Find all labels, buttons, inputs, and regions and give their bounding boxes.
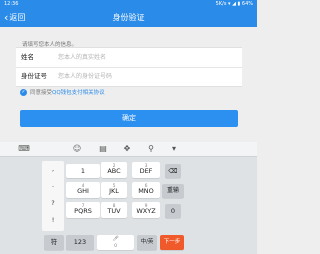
status-indicators: 5K/s ▾ ◢ ▮ 64% — [215, 1, 253, 7]
title-bar: ‹ 返回 身份验证 — [0, 8, 257, 27]
backspace-icon: ⌫ — [168, 167, 178, 175]
status-bar: 12:36 5K/s ▾ ◢ ▮ 64% — [0, 0, 257, 8]
key-4-ghi[interactable]: 4 GHI — [66, 182, 100, 198]
next-step-label: 下一步 — [163, 239, 181, 245]
key-4-letters: GHI — [77, 187, 89, 195]
key-8-tuv[interactable]: 8 TUV — [101, 202, 127, 218]
key-7-pqrs[interactable]: 7 PQRS — [66, 202, 100, 218]
clipboard-icon[interactable]: ▤ — [95, 142, 111, 156]
key-7-letters: PQRS — [74, 207, 92, 215]
agreement-prefix: 同意接受 — [30, 90, 53, 96]
cursor-move-icon[interactable]: ✥ — [119, 142, 135, 156]
symbol-exclaim[interactable]: ! — [42, 216, 64, 224]
numbers-key-label: 123 — [73, 238, 87, 246]
key-9-letters: WXYZ — [136, 207, 156, 215]
name-row: 姓名 — [16, 48, 242, 68]
id-number-input[interactable] — [58, 70, 228, 82]
name-label: 姓名 — [21, 53, 34, 61]
key-5-letters: JKL — [109, 187, 119, 195]
page-title: 身份验证 — [112, 13, 145, 22]
agreement-checkbox[interactable]: ✓ — [20, 88, 27, 96]
language-switch-label: 中/英 — [140, 239, 154, 245]
symbol-question[interactable]: ? — [42, 199, 64, 207]
status-time: 12:36 — [4, 1, 19, 7]
symbols-key[interactable]: 符 — [44, 235, 64, 250]
symbol-column: , . ? ! — [42, 161, 64, 231]
key-3-def[interactable]: 3 DEF — [132, 162, 160, 178]
space-digit: 0 — [114, 244, 117, 249]
id-label: 身份证号 — [21, 72, 47, 80]
symbols-key-label: 符 — [50, 238, 58, 246]
collapse-keyboard-icon[interactable]: ▾ — [166, 142, 182, 156]
name-input[interactable] — [58, 51, 228, 63]
keyboard: ⌨ ☺ ▤ ✥ ⚲ ▾ , . ? ! 1 2 ABC 3 DEF ⌫ 4 GH… — [0, 142, 257, 254]
keyboard-icon[interactable]: ⌨ — [16, 142, 32, 156]
key-2-abc[interactable]: 2 ABC — [101, 162, 127, 178]
numbers-key[interactable]: 123 — [66, 235, 94, 250]
key-2-letters: ABC — [107, 167, 121, 175]
next-step-key[interactable]: 下一步 — [160, 235, 184, 250]
agreement-row: ✓ 同意接受 QQ钱包支付相关协议 — [20, 87, 105, 97]
key-8-letters: TUV — [107, 207, 121, 215]
confirm-button[interactable]: 确定 — [20, 110, 238, 127]
agreement-link[interactable]: QQ钱包支付相关协议 — [52, 88, 105, 96]
space-key[interactable]: 🎤︎ 0 — [97, 235, 134, 250]
reenter-label: 重输 — [166, 187, 179, 194]
id-row: 身份证号 — [16, 67, 242, 86]
key-6-mno[interactable]: 6 MNO — [132, 182, 160, 198]
keyboard-toolbar: ⌨ ☺ ▤ ✥ ⚲ ▾ — [0, 142, 257, 157]
language-switch-key[interactable]: 中/英 — [137, 235, 157, 250]
key-3-letters: DEF — [139, 167, 153, 175]
key-1-label: 1 — [80, 167, 86, 175]
symbol-period[interactable]: . — [42, 181, 64, 189]
key-6-letters: MNO — [138, 187, 154, 195]
key-9-wxyz[interactable]: 9 WXYZ — [132, 202, 160, 218]
key-5-jkl[interactable]: 5 JKL — [101, 182, 127, 198]
emoji-icon[interactable]: ☺ — [69, 142, 85, 156]
key-0-label: 0 — [170, 207, 176, 215]
key-0[interactable]: 0 — [165, 204, 181, 218]
search-icon[interactable]: ⚲ — [143, 142, 159, 156]
key-1[interactable]: 1 — [66, 164, 100, 178]
backspace-key[interactable]: ⌫ — [165, 164, 181, 178]
identity-form: 姓名 身份证号 — [16, 47, 242, 87]
symbol-comma[interactable]: , — [42, 165, 64, 173]
reenter-key[interactable]: 重输 — [162, 184, 184, 198]
microphone-icon: 🎤︎ — [112, 236, 119, 242]
